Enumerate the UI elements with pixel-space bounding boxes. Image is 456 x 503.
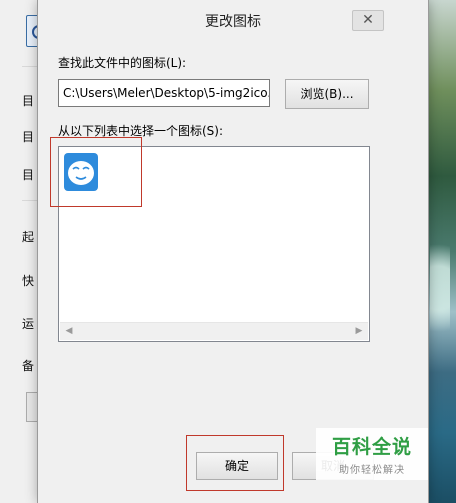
target-label: 目标: [22, 168, 34, 182]
watermark-subtitle: 助你轻松解决: [339, 465, 405, 476]
start-in-label: 起始: [22, 230, 34, 244]
close-icon: ✕: [362, 12, 374, 28]
browse-button[interactable]: 浏览(B)...: [285, 79, 369, 109]
icon-highlight-box: [50, 137, 142, 207]
run-label: 运行: [22, 317, 34, 331]
close-button[interactable]: ✕: [352, 10, 384, 31]
scroll-left-icon[interactable]: ◀: [62, 325, 76, 338]
ok-highlight-box: [186, 435, 284, 491]
scroll-right-icon[interactable]: ▶: [352, 325, 366, 338]
shortcut-key-label: 快捷: [22, 274, 34, 288]
watermark-logo: 百科全说 助你轻松解决: [316, 428, 428, 480]
watermark-title: 百科全说: [331, 436, 412, 458]
dialog-titlebar[interactable]: 更改图标 ✕: [38, 0, 428, 38]
comment-label: 备注: [22, 359, 34, 373]
find-icons-label: 查找此文件中的图标(L):: [58, 56, 187, 70]
target-type-label: 目标: [22, 94, 34, 108]
desktop-wallpaper: [426, 0, 456, 503]
target-location-label: 目标: [22, 130, 34, 144]
horizontal-scrollbar[interactable]: ◀ ▶: [60, 322, 368, 340]
icon-file-path-input[interactable]: C:\Users\Meler\Desktop\5-img2ico.: [58, 79, 270, 107]
